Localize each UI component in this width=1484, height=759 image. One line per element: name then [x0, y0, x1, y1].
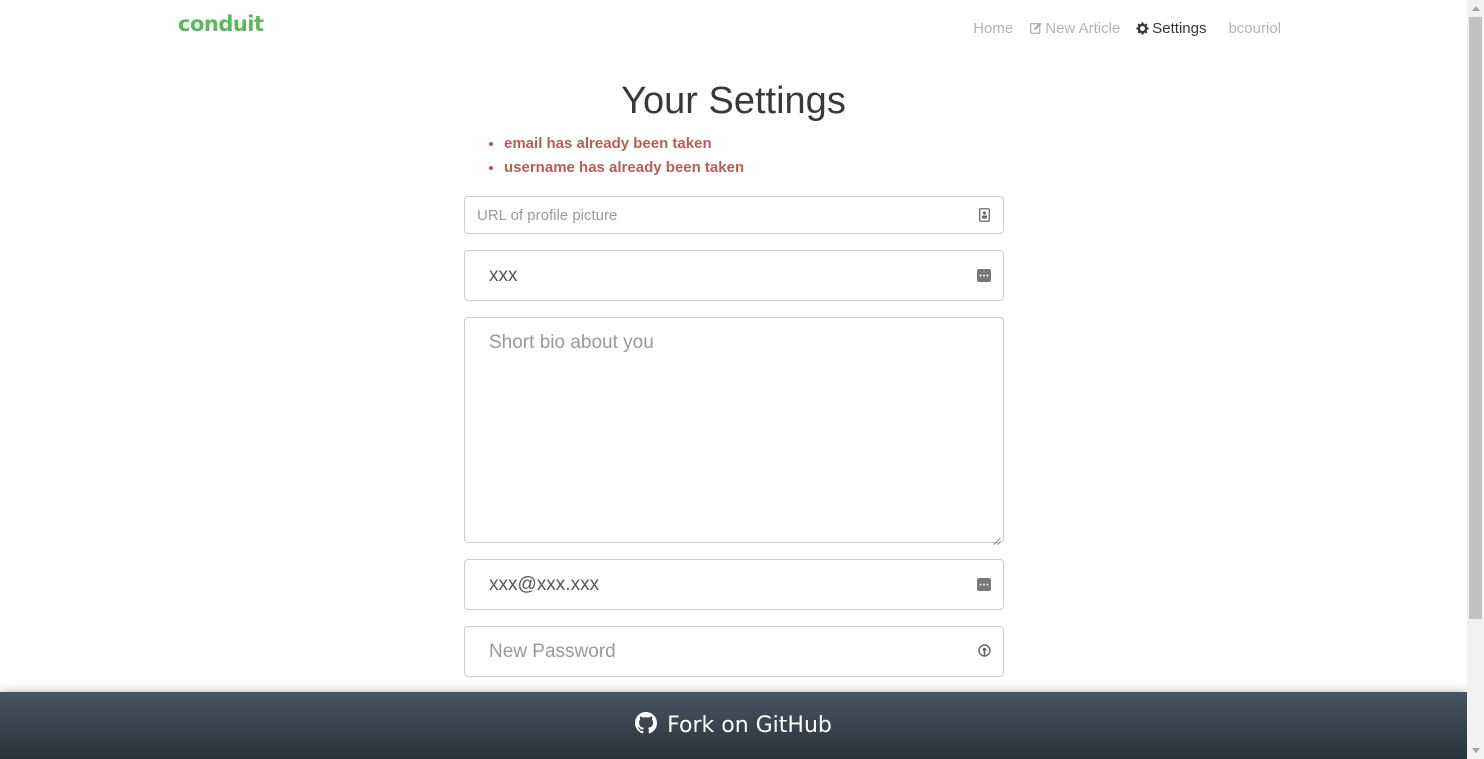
footer-label: Fork on GitHub: [667, 713, 832, 738]
contact-card-icon[interactable]: [977, 208, 991, 222]
profile-picture-field: [464, 196, 1004, 234]
nav-links: Home New Article Settings bcouriol: [965, 0, 1289, 56]
nav-profile-label: bcouriol: [1228, 19, 1281, 37]
autofill-icon[interactable]: [977, 269, 991, 283]
nav-profile[interactable]: bcouriol: [1220, 20, 1289, 37]
github-footer-link[interactable]: Fork on GitHub: [0, 692, 1467, 759]
gear-icon: [1136, 22, 1149, 35]
navbar: conduit Home New Article Settings bcouri…: [0, 0, 1467, 56]
profile-picture-input[interactable]: [465, 197, 1003, 233]
username-input[interactable]: [465, 251, 1003, 300]
email-input[interactable]: [465, 560, 1003, 609]
password-field: [464, 626, 1004, 677]
password-key-icon[interactable]: [977, 643, 991, 659]
error-message: username has already been taken: [504, 158, 744, 182]
nav-settings-label: Settings: [1152, 19, 1207, 37]
error-messages: email has already been taken username ha…: [484, 134, 744, 182]
email-field: [464, 559, 1004, 610]
page-title: Your Settings: [621, 80, 846, 122]
footer-content: Fork on GitHub: [635, 711, 832, 740]
error-message: email has already been taken: [504, 134, 744, 158]
github-icon: [635, 711, 658, 740]
nav-new-article-label: New Article: [1045, 19, 1121, 37]
nav-home[interactable]: Home: [965, 20, 1021, 37]
bio-textarea[interactable]: [465, 318, 1003, 542]
autofill-icon[interactable]: [977, 578, 991, 592]
vertical-scrollbar[interactable]: [1467, 0, 1484, 759]
bio-field: [464, 317, 1004, 545]
scrollbar-thumb[interactable]: [1469, 17, 1482, 619]
scroll-up-arrow-icon[interactable]: [1467, 0, 1484, 17]
resize-handle-icon[interactable]: [993, 532, 1001, 545]
password-input[interactable]: [465, 627, 1003, 676]
brand-logo[interactable]: conduit: [178, 12, 264, 36]
scroll-down-arrow-icon[interactable]: [1467, 742, 1484, 759]
edit-icon: [1029, 22, 1042, 35]
nav-settings[interactable]: Settings: [1128, 20, 1214, 37]
nav-new-article[interactable]: New Article: [1021, 20, 1128, 37]
nav-home-label: Home: [973, 19, 1014, 37]
username-field: [464, 250, 1004, 301]
